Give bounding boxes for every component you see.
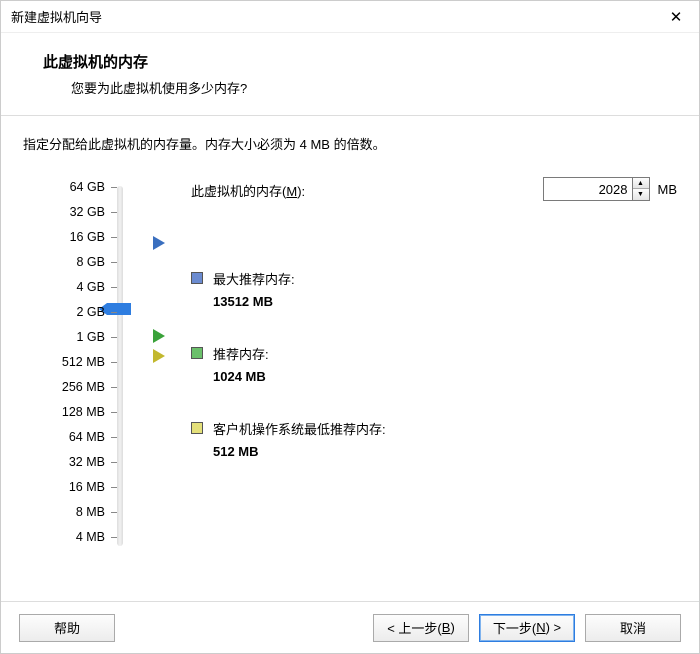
tick-256mb: 256 MB [45, 380, 105, 394]
memory-spin-buttons: ▲ ▼ [633, 177, 650, 201]
page-subtext: 您要为此虚拟机使用多少内存? [71, 78, 671, 97]
legend-rec: 推荐内存: 1024 MB [191, 344, 269, 384]
tick-1gb: 1 GB [45, 330, 105, 344]
tick-128mb: 128 MB [45, 405, 105, 419]
instruction-text: 指定分配给此虚拟机的内存量。内存大小必须为 4 MB 的倍数。 [23, 134, 677, 153]
memory-spinbox: ▲ ▼ MB [543, 177, 678, 201]
legend-max-value: 13512 MB [213, 294, 295, 309]
tick-4gb: 4 GB [45, 280, 105, 294]
tick-32mb: 32 MB [45, 455, 105, 469]
memory-slider-column: 64 GB 32 GB 16 GB 8 GB 4 GB 2 GB 1 GB 51… [23, 181, 133, 551]
back-button[interactable]: < 上一步(B) [373, 614, 469, 642]
wizard-content: 指定分配给此虚拟机的内存量。内存大小必须为 4 MB 的倍数。 64 GB 32… [1, 116, 699, 601]
legend-rec-value: 1024 MB [213, 369, 269, 384]
tick-16gb: 16 GB [45, 230, 105, 244]
legend-max-label: 最大推荐内存: [213, 269, 295, 288]
next-button[interactable]: 下一步(N) > [479, 614, 575, 642]
memory-input-label: 此虚拟机的内存(M): [191, 184, 305, 199]
titlebar: 新建虚拟机向导 ✕ [1, 1, 699, 33]
marker-max-icon [153, 236, 165, 250]
memory-spin-up[interactable]: ▲ [633, 178, 649, 189]
tick-64gb: 64 GB [45, 180, 105, 194]
marker-min-icon [153, 349, 165, 363]
tick-32gb: 32 GB [45, 205, 105, 219]
legend-rec-label: 推荐内存: [213, 344, 269, 363]
close-icon: ✕ [670, 8, 683, 26]
tick-8gb: 8 GB [45, 255, 105, 269]
tick-64mb: 64 MB [45, 430, 105, 444]
memory-input[interactable] [543, 177, 633, 201]
wizard-footer: 帮助 < 上一步(B) 下一步(N) > 取消 [1, 601, 699, 653]
legend-max-icon [191, 272, 203, 284]
help-button[interactable]: 帮助 [19, 614, 115, 642]
legend-min-icon [191, 422, 203, 434]
legend-min-value: 512 MB [213, 444, 386, 459]
wizard-window: 新建虚拟机向导 ✕ 此虚拟机的内存 您要为此虚拟机使用多少内存? 指定分配给此虚… [0, 0, 700, 654]
tick-16mb: 16 MB [45, 480, 105, 494]
wizard-header: 此虚拟机的内存 您要为此虚拟机使用多少内存? [1, 33, 699, 116]
tick-512mb: 512 MB [45, 355, 105, 369]
memory-area: 64 GB 32 GB 16 GB 8 GB 4 GB 2 GB 1 GB 51… [23, 181, 677, 561]
memory-slider-track[interactable] [117, 186, 123, 546]
legend-min-label: 客户机操作系统最低推荐内存: [213, 419, 386, 438]
memory-slider-thumb[interactable] [107, 303, 131, 315]
close-button[interactable]: ✕ [653, 1, 699, 33]
memory-unit: MB [658, 182, 678, 197]
legend-rec-icon [191, 347, 203, 359]
page-heading: 此虚拟机的内存 [43, 51, 671, 72]
tick-2gb: 2 GB [45, 305, 105, 319]
memory-input-row: 此虚拟机的内存(M): ▲ ▼ MB [191, 181, 677, 200]
legend-max: 最大推荐内存: 13512 MB [191, 269, 295, 309]
marker-rec-icon [153, 329, 165, 343]
legend-min: 客户机操作系统最低推荐内存: 512 MB [191, 419, 386, 459]
tick-8mb: 8 MB [45, 505, 105, 519]
tick-4mb: 4 MB [45, 530, 105, 544]
window-title: 新建虚拟机向导 [11, 7, 102, 26]
memory-spin-down[interactable]: ▼ [633, 189, 649, 200]
cancel-button[interactable]: 取消 [585, 614, 681, 642]
